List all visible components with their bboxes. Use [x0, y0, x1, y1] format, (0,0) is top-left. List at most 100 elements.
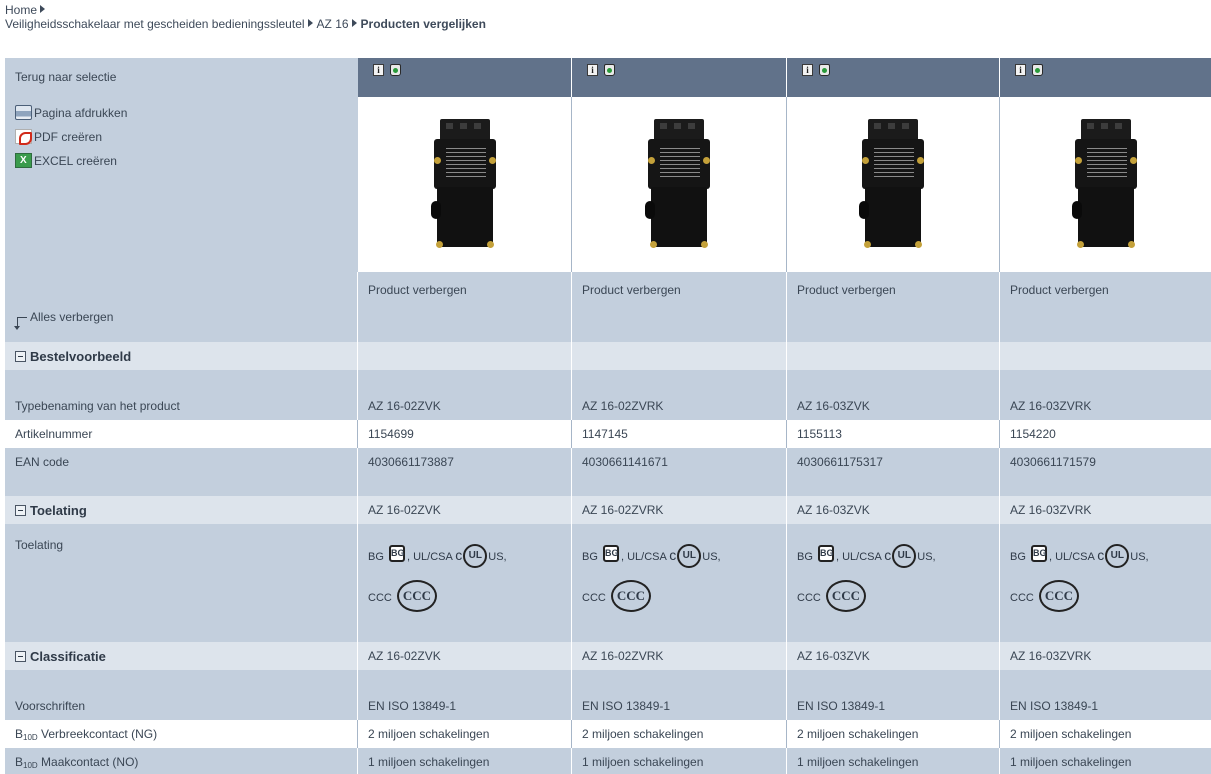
type-value: AZ 16-03ZVK — [797, 399, 870, 413]
type-value: AZ 16-02ZVK — [368, 399, 441, 413]
comparison-table: Terug naar selectie i i i i Pagina afdru… — [5, 58, 1211, 774]
type-value: AZ 16-03ZVK — [797, 503, 870, 517]
info-icon[interactable]: i — [802, 64, 813, 76]
row-label-ean: EAN code — [15, 455, 70, 469]
print-page-link[interactable]: Pagina afdrukken — [15, 102, 127, 124]
row-label-article: Artikelnummer — [15, 427, 93, 441]
ean-value: 4030661141671 — [582, 455, 668, 469]
breadcrumb-category[interactable]: Veiligheidsschakelaar met gescheiden bed… — [5, 17, 305, 31]
product-actions: i — [787, 58, 1000, 97]
article-value: 1155113 — [797, 427, 842, 441]
hide-product-link[interactable]: Product verbergen — [1010, 283, 1109, 297]
back-to-selection-link[interactable]: Terug naar selectie — [15, 70, 116, 84]
section-order: Bestelvoorbeeld — [5, 342, 1211, 370]
hide-product-link[interactable]: Product verbergen — [797, 283, 896, 297]
ul-mark-icon: UL — [1105, 544, 1130, 568]
hide-arrow-icon — [14, 317, 27, 330]
breadcrumb-series[interactable]: AZ 16 — [317, 17, 349, 31]
section-toggle-approval[interactable]: Toelating — [15, 503, 87, 518]
create-excel-link[interactable]: EXCEL creëren — [15, 150, 117, 172]
collapse-icon — [15, 651, 26, 662]
b10d-no-value: 1 miljoen schakelingen — [582, 755, 704, 769]
section-toggle-classification[interactable]: Classificatie — [15, 649, 106, 664]
trash-icon[interactable] — [390, 64, 401, 76]
product-image — [1071, 119, 1139, 249]
ccc-mark-icon: CCC — [396, 580, 437, 612]
table-row: Artikelnummer 1154699 1147145 1155113 11… — [5, 420, 1211, 448]
ccc-mark-icon: CCC — [825, 580, 866, 612]
trash-icon[interactable] — [604, 64, 615, 76]
ean-value: 4030661171579 — [1010, 455, 1096, 469]
table-row: B10D Verbreekcontact (NG) 2 miljoen scha… — [5, 720, 1211, 748]
info-icon[interactable]: i — [1015, 64, 1026, 76]
bg-mark-icon: BG — [1030, 545, 1047, 562]
approval-row: Toelating BG BG, UL/CSA c UL US, CCC CCC BG… — [5, 524, 1211, 642]
product-image-cell — [1000, 97, 1211, 272]
b10d-no-value: 1 miljoen schakelingen — [797, 755, 919, 769]
table-row: B10D Maakcontact (NO) 1 miljoen schakeli… — [5, 748, 1211, 774]
b10d-no-value: 1 miljoen schakelingen — [1010, 755, 1132, 769]
table-row: Typebenaming van het product AZ 16-02ZVK… — [5, 392, 1211, 420]
breadcrumb-home[interactable]: Home — [5, 3, 37, 17]
product-image — [859, 119, 926, 249]
trash-icon[interactable] — [819, 64, 830, 76]
section-approval: Toelating AZ 16-02ZVK AZ 16-02ZVRK AZ 16… — [5, 496, 1211, 524]
printer-icon — [15, 105, 32, 120]
b10d-no-value: 1 miljoen schakelingen — [368, 755, 490, 769]
info-icon[interactable]: i — [587, 64, 598, 76]
type-value: AZ 16-03ZVK — [797, 649, 870, 663]
hide-all-link[interactable]: Alles verbergen — [14, 310, 113, 330]
row-label-regulations: Voorschriften — [15, 699, 86, 713]
breadcrumb-current: Producten vergelijken — [360, 17, 486, 31]
regulation-value: EN ISO 13849-1 — [368, 699, 457, 713]
table-row: Voorschriften EN ISO 13849-1 EN ISO 1384… — [5, 692, 1211, 720]
row-label-type: Typebenaming van het product — [15, 399, 180, 413]
ccc-mark-icon: CCC — [1038, 580, 1079, 612]
hide-row: Product verbergen Product verbergen Prod… — [5, 272, 1211, 342]
article-value: 1154220 — [1010, 427, 1056, 441]
breadcrumb-arrow-icon — [307, 19, 313, 27]
product-image — [430, 119, 498, 249]
ccc-mark-icon: CCC — [610, 580, 651, 612]
excel-icon — [15, 153, 32, 168]
type-value: AZ 16-02ZVK — [368, 649, 441, 663]
spacer-row — [5, 670, 1211, 692]
back-cell: Terug naar selectie — [5, 58, 358, 97]
hide-product-link[interactable]: Product verbergen — [582, 283, 681, 297]
breadcrumb: Home Veiligheidsschakelaar met gescheide… — [5, 3, 486, 31]
b10d-nc-value: 2 miljoen schakelingen — [368, 727, 490, 741]
regulation-value: EN ISO 13849-1 — [797, 699, 886, 713]
ul-mark-icon: UL — [892, 544, 917, 568]
type-value: AZ 16-03ZVRK — [1010, 503, 1092, 517]
bg-mark-icon: BG — [388, 545, 405, 562]
type-value: AZ 16-03ZVRK — [1010, 399, 1092, 413]
type-value: AZ 16-02ZVRK — [582, 649, 664, 663]
info-icon[interactable]: i — [373, 64, 384, 76]
article-value: 1147145 — [582, 427, 628, 441]
sidebar-actions: Pagina afdrukken PDF creëren EXCEL creër… — [5, 97, 358, 272]
hide-product-link[interactable]: Product verbergen — [368, 283, 467, 297]
row-label-b10d-nc: B10D Verbreekcontact (NG) — [15, 727, 158, 742]
product-actions: i — [358, 58, 572, 97]
ul-mark-icon: UL — [463, 544, 488, 568]
type-value: AZ 16-03ZVRK — [1010, 649, 1092, 663]
type-value: AZ 16-02ZVRK — [582, 503, 664, 517]
ul-mark-icon: UL — [677, 544, 702, 568]
spacer-row — [5, 370, 1211, 392]
table-row: EAN code 4030661173887 4030661141671 403… — [5, 448, 1211, 476]
create-pdf-link[interactable]: PDF creëren — [15, 126, 102, 148]
b10d-nc-value: 2 miljoen schakelingen — [797, 727, 919, 741]
trash-icon[interactable] — [1032, 64, 1043, 76]
breadcrumb-arrow-icon — [351, 19, 357, 27]
ean-value: 4030661175317 — [797, 455, 883, 469]
hide-all-cell — [5, 272, 358, 342]
type-value: AZ 16-02ZVRK — [582, 399, 664, 413]
b10d-nc-value: 2 miljoen schakelingen — [1010, 727, 1132, 741]
article-value: 1154699 — [368, 427, 414, 441]
product-actions: i — [572, 58, 787, 97]
b10d-nc-value: 2 miljoen schakelingen — [582, 727, 704, 741]
collapse-icon — [15, 351, 26, 362]
collapse-icon — [15, 505, 26, 516]
type-value: AZ 16-02ZVK — [368, 503, 441, 517]
section-toggle-order[interactable]: Bestelvoorbeeld — [15, 349, 131, 364]
